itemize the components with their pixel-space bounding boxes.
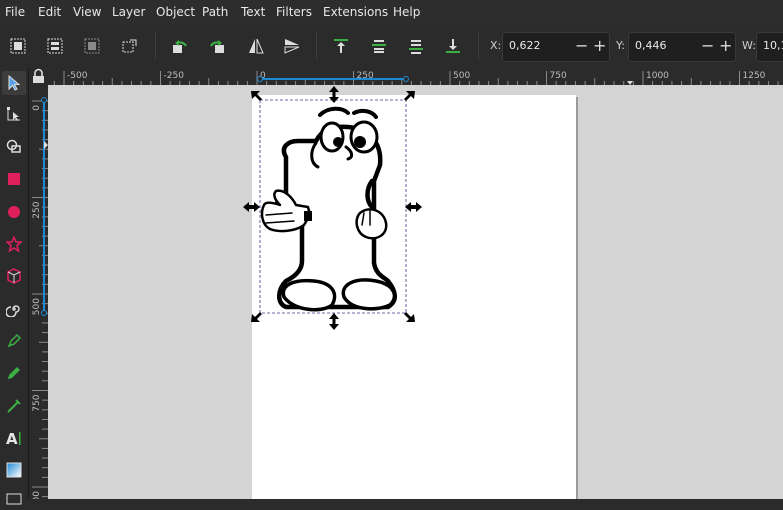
scale-handle-bottom-left-icon[interactable] <box>251 312 262 322</box>
gradient-tool-icon[interactable] <box>2 458 26 482</box>
x-field[interactable]: 0,622 − + <box>502 32 610 62</box>
flip-horizontal-icon[interactable] <box>245 35 267 57</box>
rotate-cw-icon[interactable] <box>206 35 228 57</box>
x-increment-button[interactable]: + <box>593 38 606 54</box>
lower-icon[interactable] <box>405 35 427 57</box>
selection-extent-marker <box>257 76 263 82</box>
menu-object[interactable]: Object <box>156 5 195 19</box>
spiral-tool-icon[interactable] <box>2 297 26 321</box>
hruler-label: -500 <box>67 71 88 81</box>
y-field[interactable]: 0,446 − + <box>628 32 736 62</box>
artwork-layer <box>243 86 422 330</box>
menu-view[interactable]: View <box>73 5 101 19</box>
mesh-tool-icon[interactable] <box>2 486 26 510</box>
menu-bar: File Edit View Layer Object Path Text Fi… <box>0 0 783 24</box>
menu-text[interactable]: Text <box>241 5 265 19</box>
calligraphy-tool-icon[interactable] <box>2 394 26 418</box>
vertical-ruler[interactable]: 0 250 500 750 1000 <box>29 85 48 499</box>
ruler-corner[interactable] <box>29 68 48 85</box>
vruler-label: 0 <box>32 105 42 111</box>
y-value[interactable]: 0,446 <box>635 39 667 52</box>
hruler-label: -250 <box>164 71 185 81</box>
text-tool-icon[interactable]: A <box>2 426 26 450</box>
scale-handle-bottom-right-icon[interactable] <box>404 312 415 322</box>
rectangle-tool-icon[interactable] <box>2 167 26 191</box>
selection-extent-marker <box>41 310 47 316</box>
vruler-label: 1000 <box>32 491 42 499</box>
lower-to-bottom-icon[interactable] <box>442 35 464 57</box>
w-label: W: <box>742 39 756 52</box>
pencil-tool-icon[interactable] <box>2 361 26 385</box>
vruler-label: 500 <box>32 298 42 315</box>
y-decrement-button[interactable]: − <box>701 38 714 54</box>
vruler-label: 750 <box>32 394 42 411</box>
scale-handle-left-icon[interactable] <box>243 202 260 212</box>
y-increment-button[interactable]: + <box>719 38 732 54</box>
toolbar-separator <box>155 32 156 60</box>
touch-select-icon[interactable] <box>118 35 140 57</box>
menu-edit[interactable]: Edit <box>38 5 61 19</box>
menu-path[interactable]: Path <box>202 5 228 19</box>
pen-tool-icon[interactable] <box>2 329 26 353</box>
ellipse-tool-icon[interactable] <box>2 200 26 224</box>
scale-handle-top-icon[interactable] <box>329 86 339 103</box>
menu-help[interactable]: Help <box>393 5 420 19</box>
menu-layer[interactable]: Layer <box>112 5 145 19</box>
menu-extensions[interactable]: Extensions <box>323 5 388 19</box>
select-all-in-all-layers-icon[interactable] <box>44 35 66 57</box>
w-field[interactable]: 10,1 <box>756 32 783 62</box>
y-label: Y: <box>616 39 625 52</box>
x-decrement-button[interactable]: − <box>575 38 588 54</box>
menu-file[interactable]: File <box>5 5 25 19</box>
scale-handle-right-icon[interactable] <box>405 202 422 212</box>
hruler-label: 500 <box>453 71 470 81</box>
w-value[interactable]: 10,1 <box>763 39 783 52</box>
svg-text:A: A <box>6 430 18 446</box>
scale-handle-bottom-icon[interactable] <box>329 313 339 330</box>
star-tool-icon[interactable] <box>2 232 26 256</box>
toolbox: A <box>0 68 29 505</box>
shape-builder-tool-icon[interactable] <box>2 134 26 158</box>
x-label: X: <box>490 39 502 52</box>
raise-to-top-icon[interactable] <box>330 35 352 57</box>
x-value[interactable]: 0,622 <box>509 39 541 52</box>
selector-tool-icon[interactable] <box>2 71 26 95</box>
selection-extent-marker <box>403 76 409 82</box>
select-all-icon[interactable] <box>7 35 29 57</box>
rotate-ccw-icon[interactable] <box>169 35 191 57</box>
menu-filters[interactable]: Filters <box>276 5 312 19</box>
selection-extent-marker <box>41 97 47 103</box>
toolbar-separator <box>316 32 317 60</box>
node-tool-icon[interactable] <box>2 102 26 126</box>
canvas[interactable] <box>48 85 783 499</box>
3d-box-tool-icon[interactable] <box>2 264 26 288</box>
raise-icon[interactable] <box>368 35 390 57</box>
hruler-label: 750 <box>550 71 567 81</box>
hruler-label: 1000 <box>646 71 669 81</box>
deselect-icon[interactable] <box>81 35 103 57</box>
tool-controls-bar: X: 0,622 − + Y: 0,446 − + W: 10,1 <box>0 24 783 69</box>
vruler-label: 250 <box>32 201 42 218</box>
hruler-label: 1250 <box>743 71 766 81</box>
scale-handle-top-left-icon[interactable] <box>251 91 262 101</box>
toolbar-separator <box>478 32 479 60</box>
number-one-cartoon[interactable] <box>260 106 397 312</box>
horizontal-ruler[interactable]: -500 -250 0 250 500 750 1000 1250 <box>48 68 783 85</box>
flip-vertical-icon[interactable] <box>281 35 303 57</box>
scale-handle-top-right-icon[interactable] <box>404 91 415 101</box>
